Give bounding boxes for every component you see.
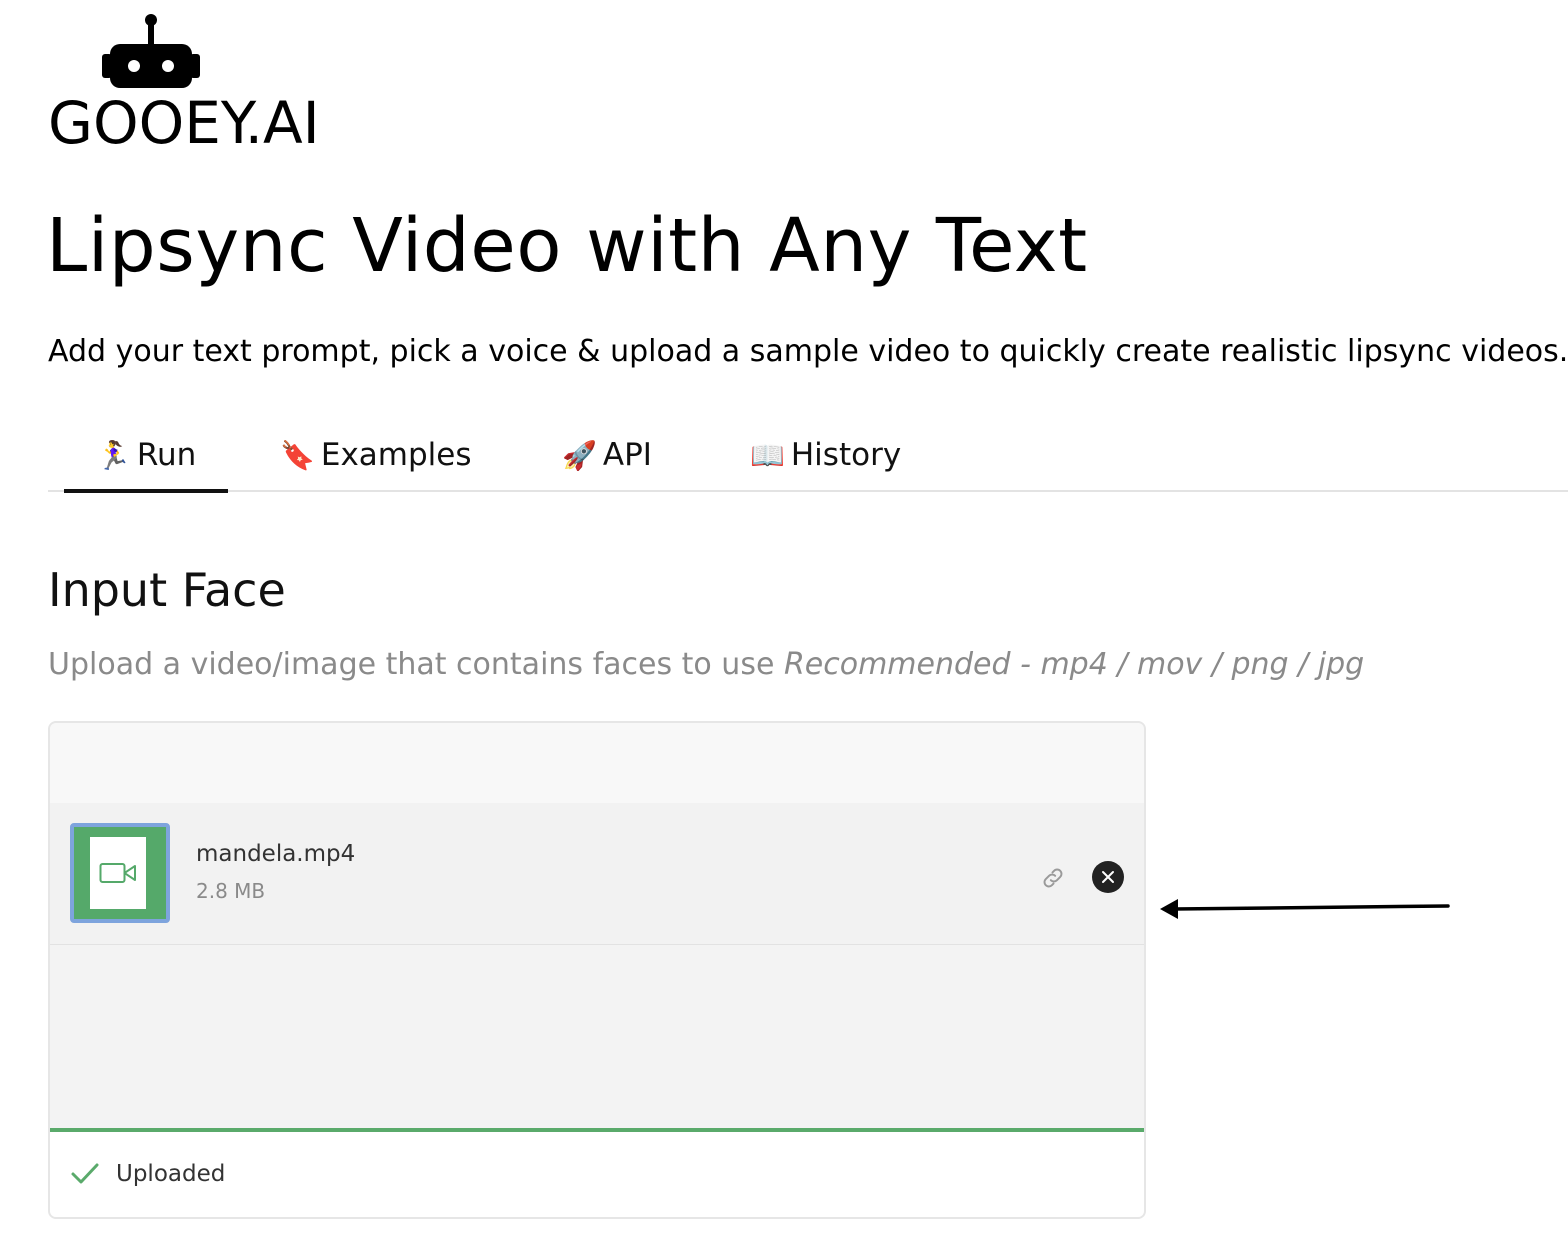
close-icon [1102,871,1114,883]
file-size: 2.8 MB [196,879,266,903]
gooey-logo[interactable]: GOOEY.AI [48,12,348,152]
upload-status-bar: Uploaded [50,1128,1144,1217]
tab-history-label: History [790,437,902,473]
page-subtitle: Add your text prompt, pick a voice & upl… [48,334,1568,369]
remove-file-button[interactable] [1092,861,1124,893]
tab-bar: 🏃‍♀️ Run 🔖 Examples 🚀 API 📖 History [48,420,1568,493]
book-icon: 📖 [750,438,785,472]
video-camera-icon [99,863,136,883]
page-title: Lipsync Video with Any Text [46,203,1088,289]
tab-run-label: Run [136,437,197,473]
robot-logo-icon [102,14,200,88]
runner-icon: 🏃‍♀️ [96,438,131,472]
tab-history[interactable]: 📖 History [750,420,901,490]
file-name: mandela.mp4 [196,841,356,867]
bookmark-icon: 🔖 [280,438,315,472]
file-thumbnail [70,823,170,923]
input-face-help: Upload a video/image that contains faces… [48,644,1364,686]
rocket-icon: 🚀 [562,438,597,472]
copy-link-button[interactable] [1040,865,1066,891]
tab-examples[interactable]: 🔖 Examples [280,420,472,490]
uploader-header [50,723,1144,804]
file-uploader[interactable]: mandela.mp4 2.8 MB Uploaded [48,721,1146,1219]
tab-api[interactable]: 🚀 API [562,420,652,490]
input-face-title: Input Face [48,563,286,617]
uploaded-file-item: mandela.mp4 2.8 MB [50,803,1144,945]
page: GOOEY.AI Lipsync Video with Any Text Add… [0,0,1568,1246]
checkmark-icon [71,1163,99,1184]
tab-api-label: API [602,437,652,473]
help-text-recommended: Recommended - mp4 / mov / png / jpg [783,647,1365,682]
annotation-arrow-icon [1160,899,1450,919]
tab-run[interactable]: 🏃‍♀️ Run [63,420,229,493]
upload-status-text: Uploaded [116,1161,226,1187]
help-text-main: Upload a video/image that contains faces… [48,647,784,682]
link-icon [1043,868,1063,888]
logo-wordmark: GOOEY.AI [48,89,320,157]
tab-examples-label: Examples [320,437,472,473]
